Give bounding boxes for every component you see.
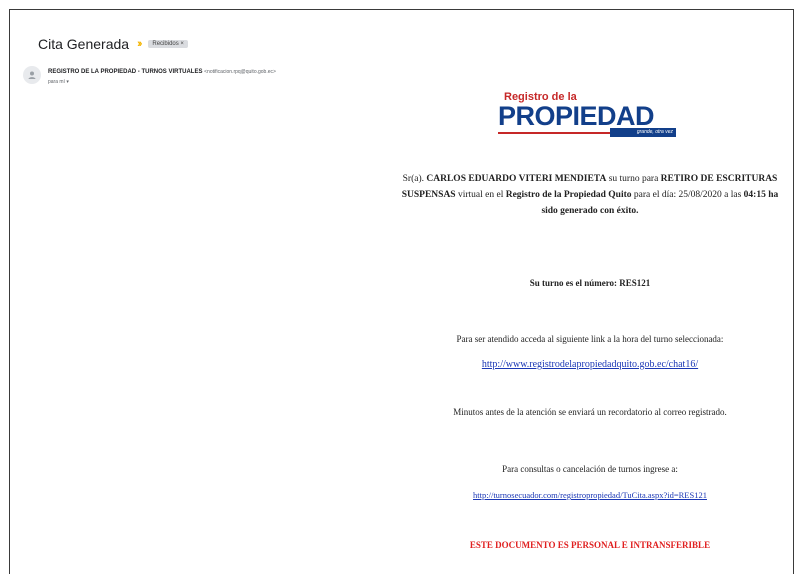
turn-number: Su turno es el número: RES121 xyxy=(529,278,651,288)
important-marker-icon[interactable]: ›› xyxy=(137,38,143,50)
cita-link[interactable]: http://turnosecuador.com/registropropied… xyxy=(473,490,707,500)
appointment-time: 04:15 xyxy=(743,190,766,200)
reminder-text: Minutos antes de la atención se enviará … xyxy=(453,407,727,417)
office-name: Registro de la Propiedad Quito xyxy=(505,190,632,200)
appointment-date: 25/08/2020 xyxy=(678,190,722,200)
sender-name: REGISTRO DE LA PROPIEDAD - TURNOS VIRTUA… xyxy=(48,69,203,75)
person-icon xyxy=(28,71,36,79)
warning-text: ESTE DOCUMENTO ES PERSONAL E INTRANSFERI… xyxy=(469,540,711,550)
recipient-toggle[interactable]: para mí ▾ xyxy=(48,79,69,85)
confirmation-message: Sr(a). CARLOS EDUARDO VITERI MENDIETA su… xyxy=(401,174,779,216)
instructions-text: Para ser atendido acceda al siguiente li… xyxy=(456,334,724,344)
logo-red-line xyxy=(498,132,610,134)
registro-propiedad-logo: Registro de la PROPIEDAD grande, otra ve… xyxy=(498,88,678,142)
logo-slogan: grande, otra vez xyxy=(610,128,676,137)
consult-text: Para consultas o cancelación de turnos i… xyxy=(502,464,678,474)
sender-avatar xyxy=(23,66,41,84)
sender-email: <notificacion.rpq@quito.gob.ec> xyxy=(204,69,276,75)
chat-link[interactable]: http://www.registrodelapropiedadquito.go… xyxy=(482,359,698,370)
client-name: CARLOS EDUARDO VITERI MENDIETA xyxy=(426,174,607,184)
subject-row: Cita Generada ›› Recibidos × xyxy=(38,36,188,52)
email-subject: Cita Generada xyxy=(38,36,130,52)
inbox-label[interactable]: Recibidos × xyxy=(148,40,188,48)
sender-line: REGISTRO DE LA PROPIEDAD - TURNOS VIRTUA… xyxy=(48,69,276,75)
